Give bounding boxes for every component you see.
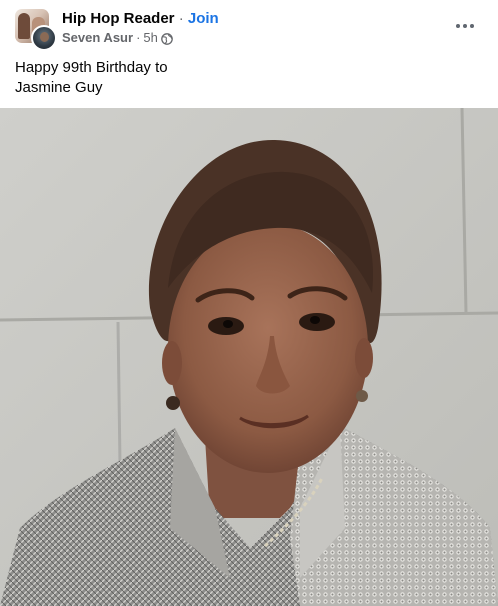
subline-separator: · <box>136 30 141 45</box>
post-photo[interactable] <box>0 108 498 606</box>
more-options-icon[interactable] <box>448 14 482 38</box>
post-subline: Seven Asur · 5h <box>62 29 219 47</box>
title-line: Hip Hop Reader · Join <box>62 9 219 28</box>
title-separator: · <box>178 10 184 27</box>
post-text-line-1: Happy 99th Birthday to <box>15 59 168 76</box>
post-meta: Hip Hop Reader · Join Seven Asur · 5h <box>62 9 219 47</box>
globe-icon[interactable] <box>161 32 173 45</box>
post-header: Hip Hop Reader · Join Seven Asur · 5h <box>0 0 498 56</box>
post-timestamp[interactable]: 5h <box>143 29 157 47</box>
post-text: Happy 99th Birthday to Jasmine Guy <box>15 58 315 98</box>
post-text-line-2: Jasmine Guy <box>15 79 103 96</box>
author-name-link[interactable]: Seven Asur <box>62 29 133 47</box>
group-name-link[interactable]: Hip Hop Reader <box>62 10 175 27</box>
join-button[interactable]: Join <box>188 10 219 27</box>
post-avatars[interactable] <box>15 9 57 51</box>
author-avatar[interactable] <box>31 25 57 51</box>
